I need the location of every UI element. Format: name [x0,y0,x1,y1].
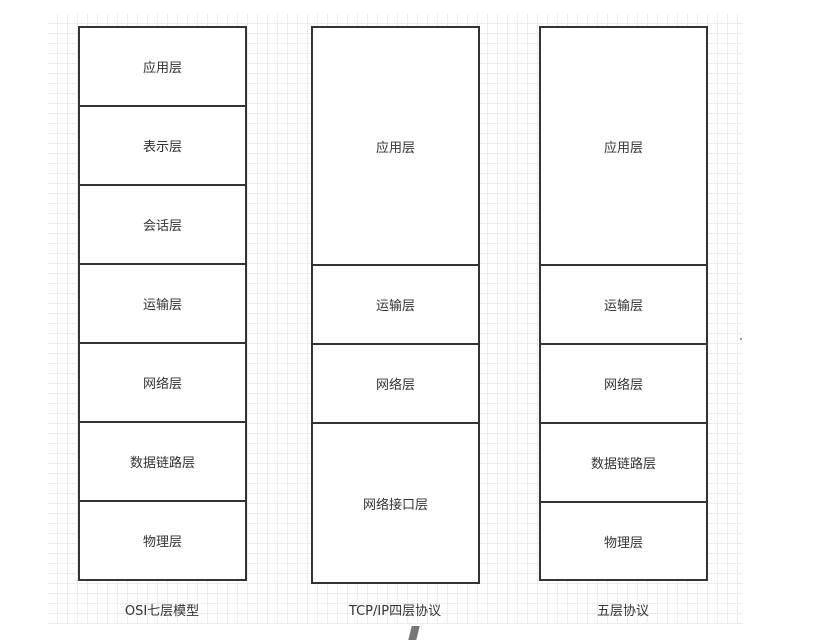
osi-layer-application[interactable]: 应用层 [80,28,245,107]
tcpip-layer-network[interactable]: 网络层 [313,345,478,424]
five-layer-transport[interactable]: 运输层 [541,266,706,345]
osi-caption: OSI七层模型 [124,604,200,619]
tcpip-caption: TCP/IP四层协议 [348,604,442,619]
five-layer-network[interactable]: 网络层 [541,345,706,424]
five-layer-data-link[interactable]: 数据链路层 [541,424,706,503]
edge-marker [740,338,742,340]
osi-layer-session[interactable]: 会话层 [80,186,245,265]
osi-layer-data-link[interactable]: 数据链路层 [80,423,245,502]
five-layer-column[interactable]: 应用层 运输层 网络层 数据链路层 物理层 [539,26,708,581]
osi-layer-presentation[interactable]: 表示层 [80,107,245,186]
five-layer-physical[interactable]: 物理层 [541,503,706,579]
tcpip-layer-application[interactable]: 应用层 [313,28,478,266]
osi-layer-transport[interactable]: 运输层 [80,265,245,344]
tcpip-model-column[interactable]: 应用层 运输层 网络层 网络接口层 [311,26,480,584]
five-layer-application[interactable]: 应用层 [541,28,706,266]
osi-layer-physical[interactable]: 物理层 [80,502,245,579]
tcpip-layer-network-interface[interactable]: 网络接口层 [313,424,478,582]
cursor-icon [408,626,420,640]
five-layer-caption: 五层协议 [596,604,650,619]
osi-model-column[interactable]: 应用层 表示层 会话层 运输层 网络层 数据链路层 物理层 [78,26,247,581]
tcpip-layer-transport[interactable]: 运输层 [313,266,478,345]
osi-layer-network[interactable]: 网络层 [80,344,245,423]
